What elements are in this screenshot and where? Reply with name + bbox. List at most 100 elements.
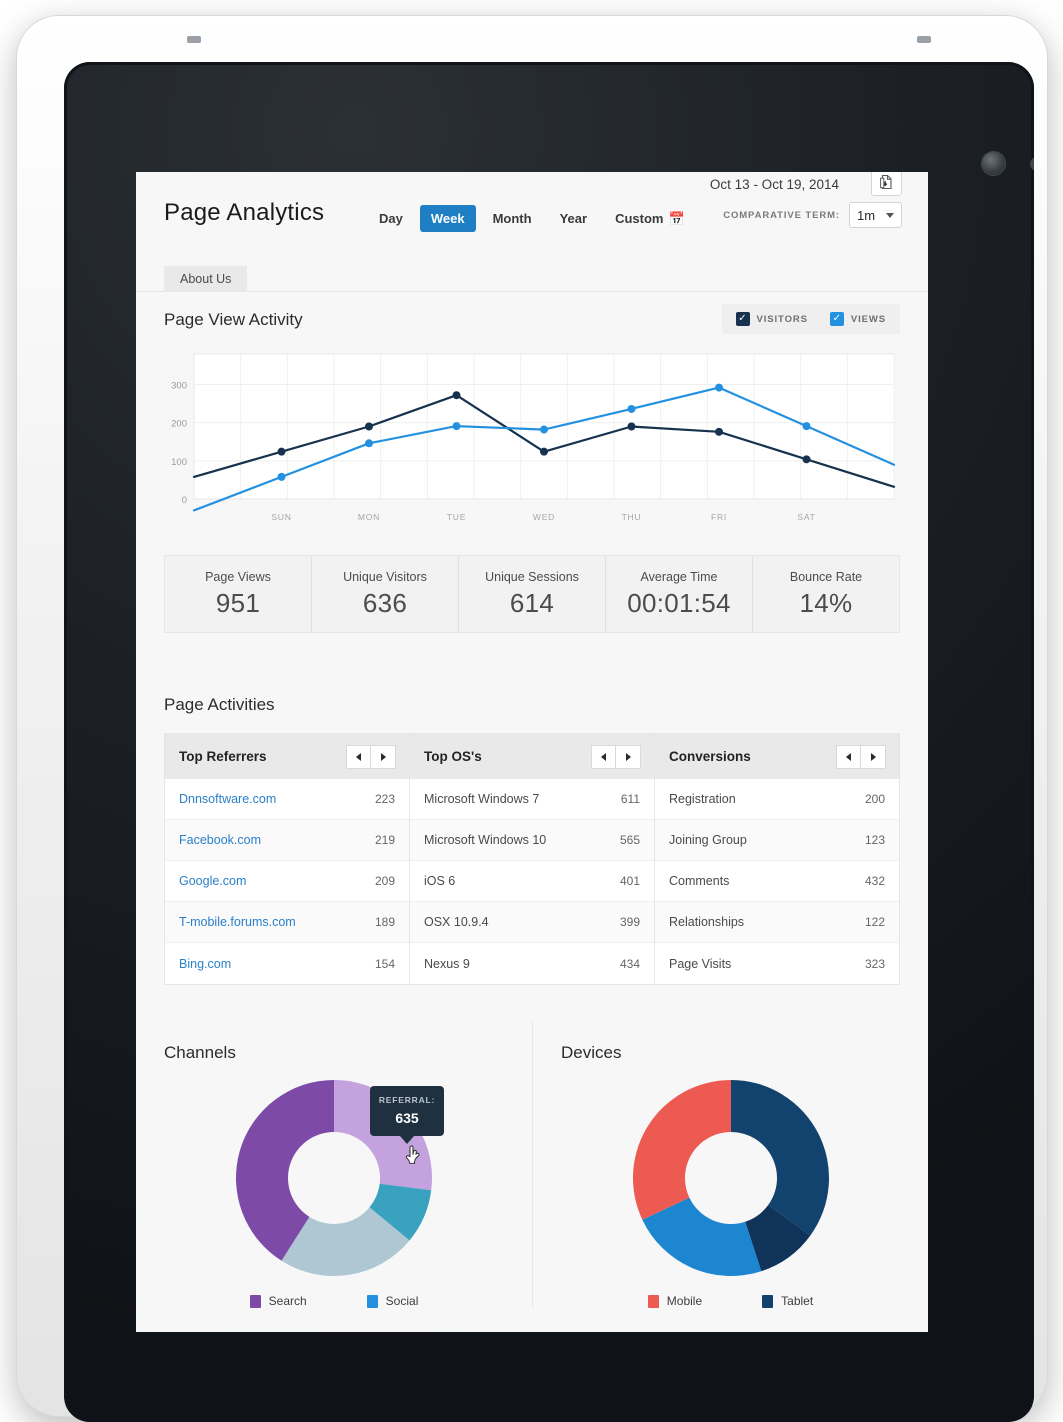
legend-item[interactable]: Search [249, 1294, 307, 1308]
range-tab-custom[interactable]: Custom 📅 [604, 205, 696, 232]
donut-holder [561, 1075, 900, 1280]
activity-item-value: 154 [374, 956, 395, 971]
checkbox-views[interactable]: ✓ [829, 312, 844, 326]
activity-column-header: Top Referrers [165, 734, 409, 779]
activity-item-label[interactable]: Google.com [179, 874, 246, 888]
legend-item[interactable]: Social [366, 1294, 419, 1308]
stat-label: Unique Visitors [343, 569, 427, 584]
donut-title: Devices [561, 1043, 622, 1062]
stat-value: 614 [509, 587, 555, 618]
legend-label: Social [385, 1294, 419, 1308]
page-activities-tables: Top Referrers Dnnsoftware.com 223 Facebook.… [164, 733, 900, 985]
activity-item-value: 200 [864, 792, 885, 806]
activity-item-label: Page Visits [669, 956, 732, 971]
svg-text:SAT: SAT [797, 512, 815, 522]
donut-charts-section: Channels REFERRAL: 635 Search Social Devices M… [136, 1021, 928, 1308]
legend-item[interactable]: Tablet [762, 1294, 813, 1308]
activity-item-value: 432 [864, 874, 885, 888]
activity-item-label: OSX 10.9.4 [424, 915, 489, 929]
arrow-left-icon [356, 752, 361, 761]
series-toggle-group: ✓ VISITORS ✓ VIEWS [721, 304, 900, 334]
cursor-pointer-icon [404, 1145, 424, 1169]
activity-column-title: Top OS's [424, 749, 482, 764]
svg-text:0: 0 [182, 495, 187, 506]
table-row: iOS 6 401 [410, 861, 654, 902]
pager-next-button[interactable] [616, 744, 641, 769]
activity-item-value: 122 [864, 915, 885, 929]
page-view-activity-chart: 0 100 200 300 SUN MON TUE WED THU FRI SAT [164, 346, 900, 531]
donut-title: Channels [164, 1043, 236, 1062]
donut-tooltip: REFERRAL: 635 [370, 1086, 444, 1144]
legend-item[interactable]: Mobile [647, 1294, 702, 1308]
activity-item-value: 219 [374, 833, 395, 847]
camera-icon [982, 152, 1005, 175]
donut-panel: Channels REFERRAL: 635 Search Social [136, 1021, 532, 1308]
stat-label: Unique Sessions [485, 569, 579, 584]
checkbox-visitors[interactable]: ✓ [735, 312, 750, 326]
range-tab-week[interactable]: Week [419, 205, 476, 232]
table-row: Microsoft Windows 10 565 [410, 820, 654, 861]
legend-swatch-icon [647, 1294, 659, 1308]
activity-column: Top OS's Microsoft Windows 7 611 Microsoft … [410, 734, 655, 984]
pager-prev-button[interactable] [836, 744, 861, 769]
comparative-term-select[interactable]: 1m [849, 202, 902, 228]
export-button[interactable] [871, 172, 902, 196]
donut-segment[interactable] [730, 1079, 829, 1236]
activity-item-value: 399 [619, 915, 640, 929]
activity-item-label[interactable]: Bing.com [179, 957, 231, 971]
activity-column-header: Conversions [655, 734, 899, 779]
stat-label: Average Time [640, 569, 718, 584]
table-row: OSX 10.9.4 399 [410, 902, 654, 943]
pager-next-button[interactable] [861, 744, 886, 769]
activity-item-label: Comments [669, 874, 730, 888]
legend-swatch-icon [366, 1294, 378, 1308]
table-row: Facebook.com 219 [165, 820, 409, 861]
table-row: Dnnsoftware.com 223 [165, 779, 409, 820]
donut-legend: Search Social [164, 1294, 504, 1308]
page-tab-bar: About Us [136, 266, 928, 292]
activity-item-label[interactable]: Facebook.com [179, 833, 261, 847]
activity-item-label: Nexus 9 [424, 956, 470, 971]
activity-item-label: Registration [669, 792, 736, 806]
pager-prev-button[interactable] [591, 744, 616, 769]
svg-text:300: 300 [171, 381, 187, 392]
pager-next-button[interactable] [371, 744, 396, 769]
legend-label: Tablet [781, 1294, 814, 1308]
range-tab-year[interactable]: Year [549, 205, 598, 232]
comparative-term-control: COMPARATIVE TERM: 1m [723, 202, 902, 228]
bezel-tab-left [187, 36, 201, 43]
svg-text:FRI: FRI [711, 512, 727, 522]
activity-item-value: 189 [374, 915, 395, 929]
table-row: Google.com 209 [165, 861, 409, 902]
activity-pager [346, 744, 396, 769]
donut-holder: REFERRAL: 635 [164, 1075, 504, 1280]
toggle-visitors[interactable]: ✓ VISITORS [735, 312, 808, 326]
activity-item-label[interactable]: Dnnsoftware.com [179, 792, 276, 806]
activity-column-header: Top OS's [410, 734, 654, 779]
toggle-views[interactable]: ✓ VIEWS [829, 312, 886, 326]
sensor-icon [1030, 157, 1034, 171]
activity-column-title: Conversions [669, 749, 751, 764]
range-tab-day[interactable]: Day [368, 205, 414, 232]
svg-text:100: 100 [171, 457, 187, 468]
activity-item-value: 565 [619, 833, 640, 847]
legend-swatch-icon [762, 1294, 774, 1308]
range-tab-month[interactable]: Month [482, 205, 543, 232]
stat-card: Average Time 00:01:54 [606, 556, 753, 632]
activity-item-value: 434 [619, 956, 640, 971]
legend-swatch-icon [249, 1294, 261, 1308]
activity-item-label: iOS 6 [424, 874, 456, 888]
stat-label: Page Views [205, 569, 271, 584]
pager-prev-button[interactable] [346, 744, 371, 769]
activity-item-label: Microsoft Windows 10 [424, 833, 547, 847]
table-row: Registration 200 [655, 779, 899, 820]
bezel-tab-right [917, 36, 931, 43]
activity-item-value: 323 [864, 956, 885, 971]
analytics-dashboard: Page Analytics Day Week Month Year Custo… [136, 172, 928, 1332]
stat-value: 14% [799, 587, 853, 618]
activity-item-value: 123 [864, 833, 885, 847]
tooltip-label: REFERRAL: [378, 1095, 436, 1105]
tab-about-us[interactable]: About Us [164, 266, 248, 292]
donut-segment[interactable] [632, 1079, 731, 1220]
activity-item-label[interactable]: T-mobile.forums.com [179, 915, 296, 929]
